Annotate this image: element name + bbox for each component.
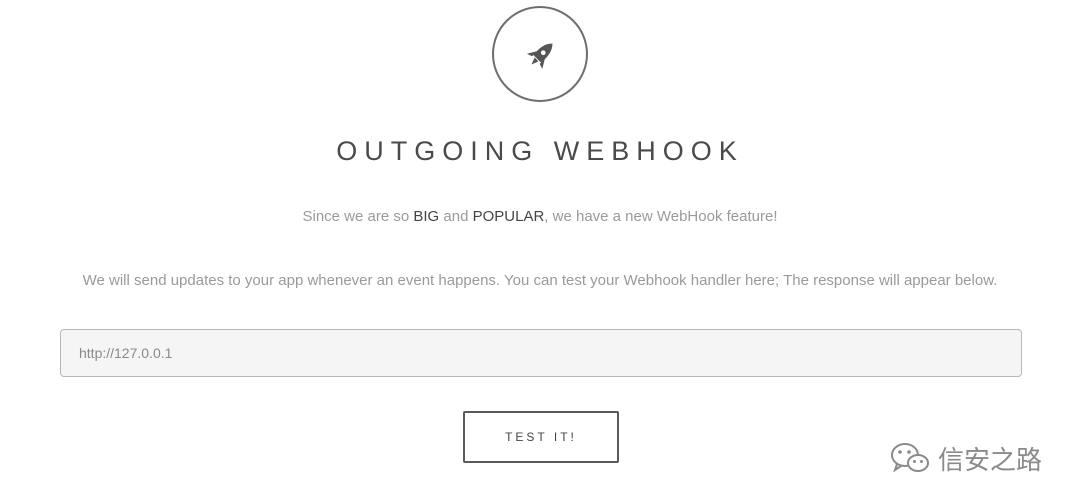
rocket-badge (492, 6, 588, 102)
intro-and: and (439, 208, 473, 225)
page-title: OUTGOING WEBHOOK (336, 136, 744, 166)
rocket-icon (526, 43, 553, 70)
intro-text-start: Since we are so (302, 208, 414, 225)
wechat-icon (891, 443, 929, 473)
intro-text: Since we are so BIG and POPULAR, we have… (0, 208, 1080, 225)
intro-text-end: , we have a new WebHook feature! (544, 208, 778, 225)
description-text: We will send updates to your app wheneve… (82, 272, 998, 289)
watermark-text: 信安之路 (938, 445, 1043, 476)
webhook-page: OUTGOING WEBHOOK Since we are so BIG and… (0, 0, 1080, 504)
webhook-url-input[interactable] (60, 329, 1022, 377)
intro-popular: POPULAR (472, 208, 545, 225)
intro-big: BIG (413, 208, 440, 225)
test-it-button[interactable]: TEST IT! (463, 411, 619, 463)
watermark: 信安之路 (890, 438, 1042, 478)
